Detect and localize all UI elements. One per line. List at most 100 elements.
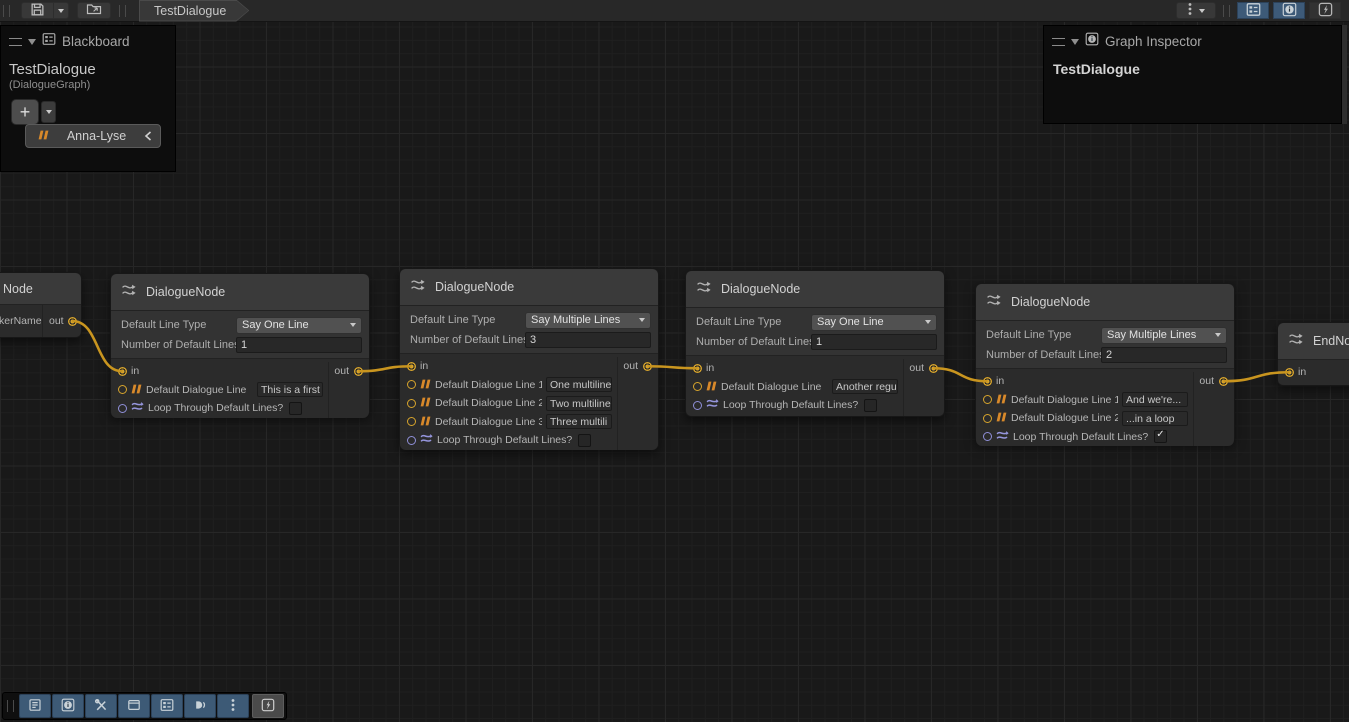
port-row: Default Dialogue Line 2...in a loop [976,409,1193,428]
node-type-icon [121,283,138,302]
collapse-chevron-icon[interactable] [144,131,152,141]
loop-checkbox[interactable] [864,399,877,412]
output-port[interactable] [929,364,938,373]
input-port[interactable] [983,377,992,386]
quote-icon [420,376,431,394]
dialogue-line-field[interactable]: Three multili [546,414,612,429]
bool-port[interactable] [693,401,702,410]
graph-tab[interactable]: TestDialogue [139,0,249,22]
number-field[interactable]: 1 [236,337,362,353]
string-port[interactable] [407,399,416,408]
open-asset-button[interactable] [77,2,111,19]
property-row: Default Line TypeSay Multiple Lines [400,310,658,330]
output-port[interactable] [1219,377,1228,386]
add-variable-button[interactable]: + [11,99,39,125]
node-title-bar[interactable]: DialogueNode [976,284,1234,321]
node-port-section: in [1278,360,1349,385]
dialogue-line-field[interactable]: ...in a loop [1122,411,1188,426]
partial-node[interactable]: Node kerName out [0,272,82,338]
property-row: Number of Default Lines2 [976,345,1234,365]
quote-icon [996,391,1007,409]
node-title-bar[interactable]: DialogueNode [111,274,369,311]
drag-handle-icon[interactable] [9,38,22,46]
bool-port[interactable] [407,436,416,445]
overflow-menu-button[interactable] [1176,2,1216,19]
chevron-down-icon [1215,333,1221,337]
drag-handle-icon[interactable] [1052,38,1065,46]
number-field[interactable]: 1 [811,334,937,350]
dialogue-node[interactable]: DialogueNodeDefault Line TypeSay Multipl… [975,283,1235,443]
dialogue-node[interactable]: DialogueNode Default Line TypeSay Multipl… [399,268,659,450]
toggle-spark-button[interactable] [1309,2,1341,19]
loop-icon [706,396,719,414]
enum-dropdown[interactable]: Say Multiple Lines [1101,327,1227,344]
dialogue-preview-button[interactable] [184,694,216,718]
string-port[interactable] [407,380,416,389]
inspector-button[interactable] [52,694,84,718]
node-title-bar[interactable]: DialogueNode [400,269,658,306]
dialogue-node[interactable]: DialogueNodeDefault Line TypeSay One Lin… [110,273,370,416]
enum-dropdown[interactable]: Say One Line [236,317,362,334]
output-port[interactable] [643,362,652,371]
enum-dropdown[interactable]: Say One Line [811,314,937,331]
string-port[interactable] [118,385,127,394]
tab-title: TestDialogue [154,4,226,18]
blackboard-panel[interactable]: Blackboard TestDialogue (DialogueGraph) … [0,25,176,172]
toolbar-grip-icon[interactable] [3,5,10,17]
add-variable-dropdown[interactable] [41,101,56,123]
input-port[interactable] [118,367,127,376]
toggle-inspector-button[interactable] [1273,2,1305,19]
bool-port[interactable] [118,404,127,413]
console-button[interactable] [19,694,51,718]
port-label: Default Dialogue Line 2 [435,397,542,409]
dialogue-node[interactable]: DialogueNodeDefault Line TypeSay One Lin… [685,270,945,417]
number-field[interactable]: 2 [1101,347,1227,363]
input-port[interactable] [693,364,702,373]
graph-inspector-panel[interactable]: Graph Inspector TestDialogue [1043,25,1342,124]
number-field[interactable]: 3 [525,332,651,348]
port-label: Loop Through Default Lines? [723,399,858,411]
dialogue-line-field[interactable]: And we're... [1122,392,1188,407]
loop-checkbox[interactable] [289,402,302,415]
output-port[interactable] [68,317,77,326]
node-title-bar[interactable]: DialogueNode [686,271,944,308]
string-port[interactable] [693,382,702,391]
foldout-triangle-icon[interactable] [1071,39,1079,45]
input-port[interactable] [407,362,416,371]
end-node[interactable]: EndNode in [1277,322,1349,386]
toolbar-grip-icon[interactable] [119,5,126,17]
enum-dropdown[interactable]: Say Multiple Lines [525,312,651,329]
node-title-bar[interactable]: EndNode [1278,323,1349,360]
toolbar-grip-icon[interactable] [1223,5,1230,17]
graph-inspector-header[interactable]: Graph Inspector [1044,26,1341,55]
string-port[interactable] [983,395,992,404]
string-port[interactable] [983,414,992,423]
foldout-triangle-icon[interactable] [28,39,36,45]
save-options-button[interactable] [53,2,69,19]
panel-resize-handle[interactable] [1342,25,1347,124]
loop-checkbox[interactable] [1154,430,1167,443]
dialogue-line-field[interactable]: This is a first [257,382,323,397]
dialogue-line-field[interactable]: Another regu [832,379,898,394]
output-port[interactable] [354,367,363,376]
loop-checkbox[interactable] [578,434,591,447]
variable-pill[interactable]: Anna-Lyse [25,124,161,148]
bool-port[interactable] [983,432,992,441]
dialogue-line-field[interactable]: Two multiline [546,396,612,411]
node-title-bar[interactable]: Node [0,273,81,305]
toggle-blackboard-button[interactable] [1237,2,1269,19]
blackboard-header[interactable]: Blackboard [1,26,175,55]
toolbar-grip-icon[interactable] [7,700,14,712]
inspector-info-icon [61,698,75,715]
tools-button[interactable] [85,694,117,718]
input-port[interactable] [1285,368,1294,377]
window-button[interactable] [118,694,150,718]
string-port[interactable] [407,417,416,426]
dialogue-line-field[interactable]: One multiline [546,377,612,392]
save-button[interactable] [21,2,53,19]
spark-icon [261,698,275,715]
more-button[interactable] [217,694,249,718]
port-label: kerName [0,315,42,327]
spark-button[interactable] [252,694,284,718]
blackboard-button[interactable] [151,694,183,718]
